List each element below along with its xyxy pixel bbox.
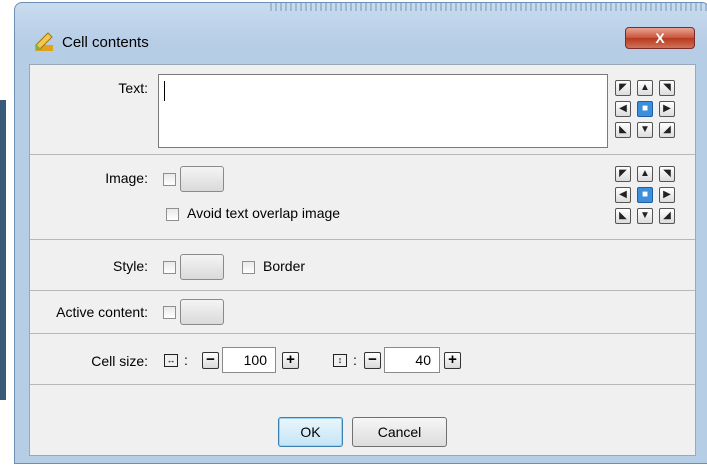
width-colon: : bbox=[184, 352, 188, 368]
section-separator bbox=[30, 239, 695, 240]
active-content-picker-button[interactable] bbox=[180, 299, 224, 325]
height-field[interactable]: 40 bbox=[384, 347, 440, 373]
section-separator bbox=[30, 154, 695, 155]
desktop-background: Cell contents X Text: ◤ ▲ ◥ ◀ ■ ▶ ◣ ▼ ◢ … bbox=[0, 0, 707, 468]
align-top-left-icon[interactable]: ◤ bbox=[615, 80, 631, 96]
width-increase-button[interactable]: + bbox=[282, 352, 299, 369]
text-alignment-grid: ◤ ▲ ◥ ◀ ■ ▶ ◣ ▼ ◢ bbox=[615, 80, 687, 146]
active-content-checkbox[interactable] bbox=[163, 306, 176, 319]
align-center-icon[interactable]: ■ bbox=[637, 187, 653, 203]
align-center-icon[interactable]: ■ bbox=[637, 101, 653, 117]
text-caret bbox=[164, 81, 165, 101]
image-enable-checkbox[interactable] bbox=[163, 173, 176, 186]
align-top-right-icon[interactable]: ◥ bbox=[659, 166, 675, 182]
align-bottom-right-icon[interactable]: ◢ bbox=[659, 122, 675, 138]
width-decrease-button[interactable]: − bbox=[202, 352, 219, 369]
titlebar-texture bbox=[270, 3, 707, 11]
dialog-title: Cell contents bbox=[62, 34, 149, 51]
avoid-overlap-label: Avoid text overlap image bbox=[187, 205, 341, 221]
align-top-icon[interactable]: ▲ bbox=[637, 80, 653, 96]
cancel-button[interactable]: Cancel bbox=[352, 417, 447, 447]
style-enable-checkbox[interactable] bbox=[163, 261, 176, 274]
width-field[interactable]: 100 bbox=[222, 347, 276, 373]
border-checkbox[interactable] bbox=[242, 261, 255, 274]
align-bottom-icon[interactable]: ▼ bbox=[637, 208, 653, 224]
image-alignment-grid: ◤ ▲ ◥ ◀ ■ ▶ ◣ ▼ ◢ bbox=[615, 166, 687, 232]
background-window-edge bbox=[0, 100, 6, 400]
align-top-right-icon[interactable]: ◥ bbox=[659, 80, 675, 96]
align-right-icon[interactable]: ▶ bbox=[659, 187, 675, 203]
align-left-icon[interactable]: ◀ bbox=[615, 101, 631, 117]
text-input[interactable] bbox=[158, 74, 608, 148]
height-colon: : bbox=[353, 352, 357, 368]
section-separator bbox=[30, 333, 695, 334]
avoid-overlap-checkbox[interactable] bbox=[166, 208, 179, 221]
active-content-label: Active content: bbox=[56, 304, 148, 320]
image-picker-button[interactable] bbox=[180, 166, 224, 192]
align-bottom-right-icon[interactable]: ◢ bbox=[659, 208, 675, 224]
close-button[interactable]: X bbox=[625, 27, 695, 49]
align-bottom-icon[interactable]: ▼ bbox=[637, 122, 653, 138]
cell-size-label: Cell size: bbox=[91, 353, 148, 369]
style-label: Style: bbox=[112, 258, 148, 274]
height-icon: ↕ bbox=[333, 354, 347, 367]
section-separator bbox=[30, 290, 695, 291]
section-separator bbox=[30, 384, 695, 385]
text-label: Text: bbox=[118, 80, 148, 96]
height-increase-button[interactable]: + bbox=[444, 352, 461, 369]
image-label: Image: bbox=[105, 170, 148, 186]
border-label: Border bbox=[263, 258, 306, 274]
align-right-icon[interactable]: ▶ bbox=[659, 101, 675, 117]
align-bottom-left-icon[interactable]: ◣ bbox=[615, 122, 631, 138]
ok-button[interactable]: OK bbox=[278, 417, 343, 447]
align-top-left-icon[interactable]: ◤ bbox=[615, 166, 631, 182]
height-decrease-button[interactable]: − bbox=[364, 352, 381, 369]
width-icon: ↔ bbox=[164, 354, 178, 367]
align-top-icon[interactable]: ▲ bbox=[637, 166, 653, 182]
style-picker-button[interactable] bbox=[180, 254, 224, 280]
align-left-icon[interactable]: ◀ bbox=[615, 187, 631, 203]
align-bottom-left-icon[interactable]: ◣ bbox=[615, 208, 631, 224]
app-icon bbox=[35, 32, 53, 51]
